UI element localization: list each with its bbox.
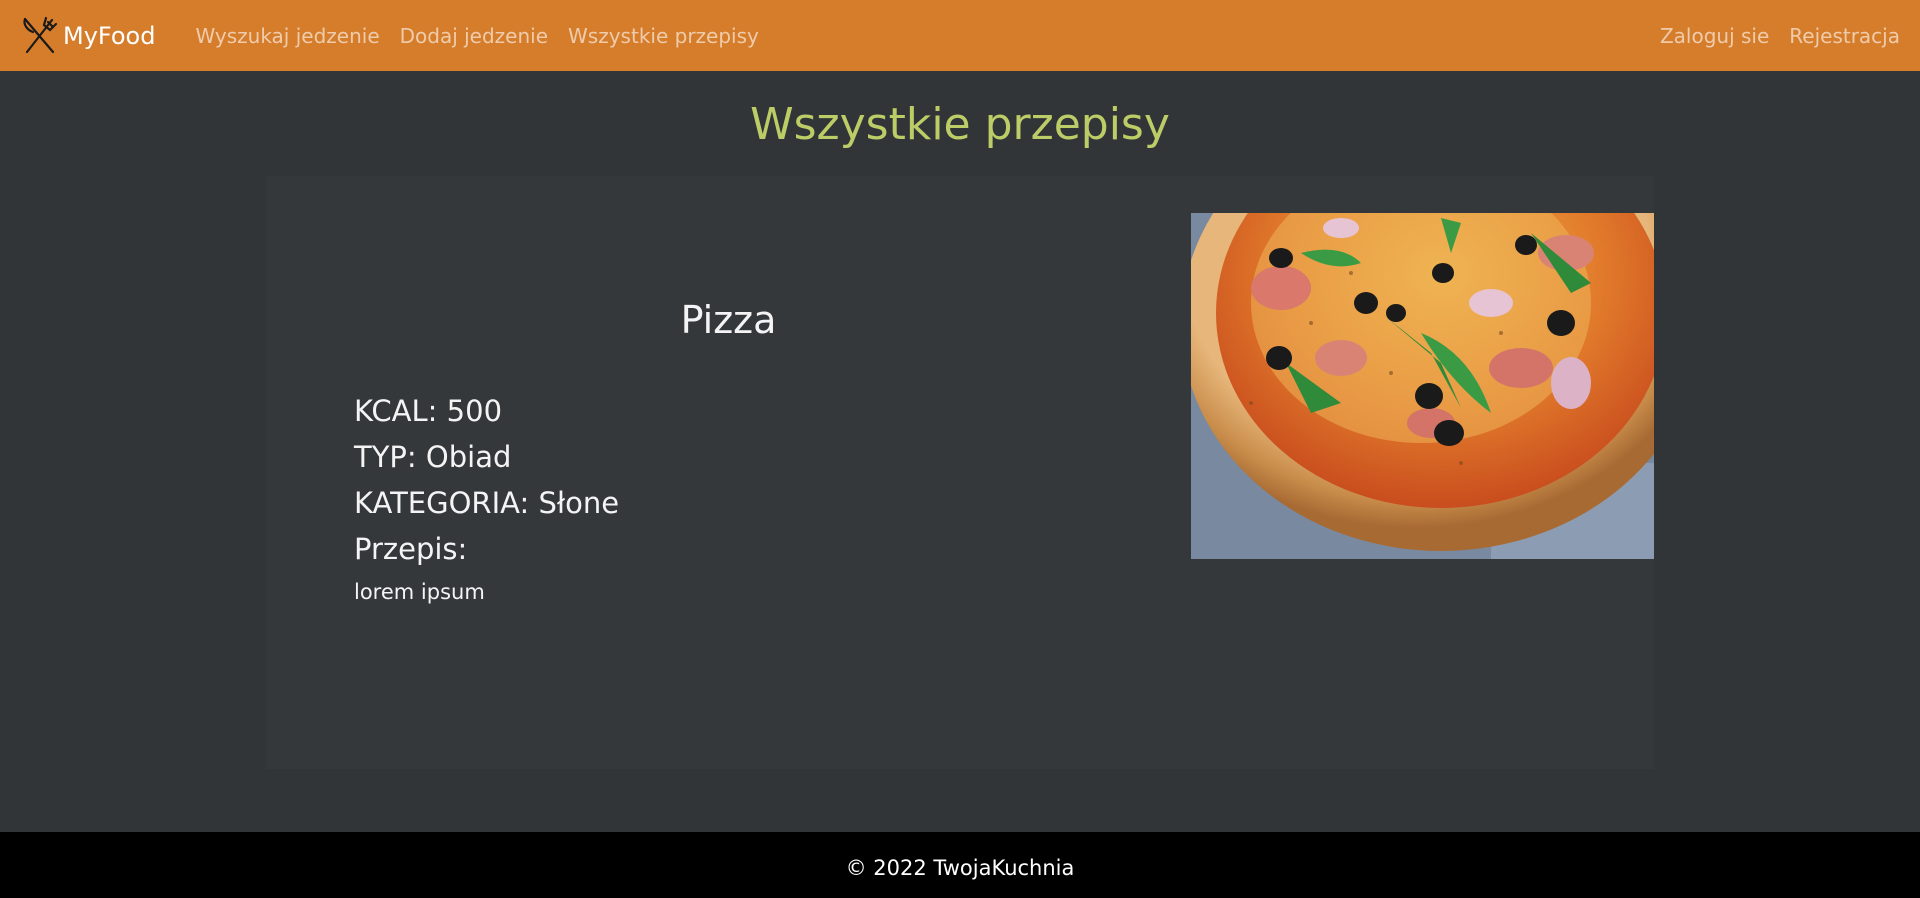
- recipe-label: Przepis:: [354, 532, 468, 566]
- brand-name: MyFood: [63, 21, 156, 50]
- recipe-category: KATEGORIA: Słone: [354, 486, 620, 520]
- nav-link-register[interactable]: Rejestracja: [1779, 24, 1910, 48]
- navbar: MyFood Wyszukaj jedzenie Dodaj jedzenie …: [0, 0, 1920, 71]
- recipe-info: KCAL: 500 TYP: Obiad KATEGORIA: Słone Pr…: [354, 388, 619, 610]
- brand-link[interactable]: MyFood: [19, 15, 155, 57]
- fork-knife-icon: [23, 16, 58, 53]
- footer-copyright: © 2022 TwojaKuchnia: [845, 856, 1075, 880]
- nav-link-search-food[interactable]: Wyszukaj jedzenie: [185, 24, 389, 48]
- recipe-type: TYP: Obiad: [354, 440, 512, 474]
- recipe-name: Pizza: [680, 298, 777, 342]
- nav-auth-links: Zaloguj sie Rejestracja: [1650, 24, 1910, 48]
- nav-link-add-food[interactable]: Dodaj jedzenie: [390, 24, 558, 48]
- footer: © 2022 TwojaKuchnia: [0, 832, 1920, 898]
- pizza-photo: [1191, 213, 1654, 559]
- nav-link-all-recipes[interactable]: Wszystkie przepisy: [558, 24, 769, 48]
- nav-link-login[interactable]: Zaloguj sie: [1650, 24, 1779, 48]
- recipe-card: Pizza KCAL: 500 TYP: Obiad KATEGORIA: Sł…: [266, 176, 1654, 769]
- recipe-kcal: KCAL: 500: [354, 394, 503, 428]
- page-title: Wszystkie przepisy: [750, 99, 1170, 150]
- recipe-text: lorem ipsum: [354, 580, 485, 604]
- nav-main-links: Wyszukaj jedzenie Dodaj jedzenie Wszystk…: [185, 24, 768, 48]
